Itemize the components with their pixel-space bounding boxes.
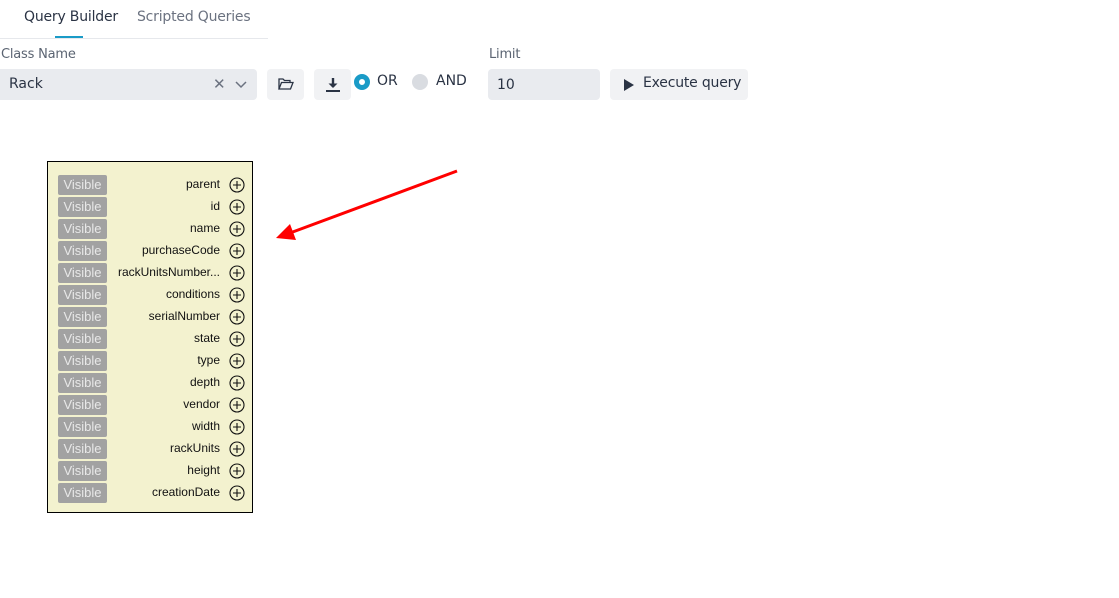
visible-button[interactable]: Visible [58, 373, 107, 393]
or-radio[interactable] [354, 74, 370, 90]
attribute-name: type [197, 353, 220, 367]
class-name-label: Class Name [1, 47, 76, 62]
execute-query-label: Execute query [643, 75, 742, 91]
add-attribute-icon[interactable] [229, 309, 245, 325]
attribute-row: Visible parent [48, 174, 252, 196]
tab-bar: Query Builder Scripted Queries [0, 0, 268, 39]
attribute-row: Visible name [48, 218, 252, 240]
attribute-name: purchaseCode [141, 243, 220, 257]
class-name-select[interactable]: Rack ✕ [0, 69, 257, 100]
add-attribute-icon[interactable] [229, 287, 245, 303]
attribute-row: Visible height [48, 460, 252, 482]
limit-label: Limit [489, 47, 521, 62]
add-attribute-icon[interactable] [229, 265, 245, 281]
add-attribute-icon[interactable] [229, 243, 245, 259]
limit-input[interactable] [488, 69, 600, 100]
attribute-name: rackUnitsNumber... [117, 265, 220, 279]
add-attribute-icon[interactable] [229, 199, 245, 215]
visible-button[interactable]: Visible [58, 285, 107, 305]
or-radio-label[interactable]: OR [377, 73, 398, 89]
attribute-name: name [189, 221, 220, 235]
visible-button[interactable]: Visible [58, 351, 107, 371]
add-attribute-icon[interactable] [229, 463, 245, 479]
arrow-shaft [289, 169, 458, 235]
attribute-row: Visible rackUnitsNumber... [48, 262, 252, 284]
attribute-row: Visible serialNumber [48, 306, 252, 328]
add-attribute-icon[interactable] [229, 375, 245, 391]
attribute-row: Visible width [48, 416, 252, 438]
clear-icon[interactable]: ✕ [213, 75, 226, 93]
class-name-value: Rack [9, 76, 43, 92]
add-attribute-icon[interactable] [229, 419, 245, 435]
attribute-name: creationDate [151, 485, 220, 499]
attribute-name: serialNumber [148, 309, 220, 323]
visible-button[interactable]: Visible [58, 219, 107, 239]
chevron-down-icon[interactable] [234, 77, 248, 91]
attribute-name: width [191, 419, 220, 433]
attribute-row: Visible id [48, 196, 252, 218]
add-attribute-icon[interactable] [229, 331, 245, 347]
attribute-name: vendor [183, 397, 220, 411]
class-node[interactable]: Visible parent Visible id Visible name Visible… [47, 161, 253, 513]
tab-query-builder[interactable]: Query Builder [24, 9, 118, 25]
attribute-row: Visible depth [48, 372, 252, 394]
attribute-row: Visible conditions [48, 284, 252, 306]
visible-button[interactable]: Visible [58, 439, 107, 459]
active-tab-indicator [55, 36, 83, 38]
add-attribute-icon[interactable] [229, 353, 245, 369]
visible-button[interactable]: Visible [58, 307, 107, 327]
attribute-name: depth [189, 375, 220, 389]
attribute-name: state [193, 331, 220, 345]
open-query-button[interactable] [267, 69, 304, 100]
and-radio-label[interactable]: AND [436, 73, 467, 89]
execute-query-button[interactable]: Execute query [610, 69, 748, 100]
and-radio[interactable] [412, 74, 428, 90]
tab-scripted-queries[interactable]: Scripted Queries [137, 9, 251, 25]
add-attribute-icon[interactable] [229, 485, 245, 501]
play-icon [624, 79, 634, 91]
attribute-row: Visible vendor [48, 394, 252, 416]
visible-button[interactable]: Visible [58, 395, 107, 415]
attribute-row: Visible purchaseCode [48, 240, 252, 262]
attribute-name: rackUnits [169, 441, 220, 455]
attribute-row: Visible rackUnits [48, 438, 252, 460]
attribute-name: height [187, 463, 220, 477]
visible-button[interactable]: Visible [58, 461, 107, 481]
attribute-name: conditions [165, 287, 220, 301]
arrow-head [276, 224, 296, 240]
add-attribute-icon[interactable] [229, 397, 245, 413]
add-attribute-icon[interactable] [229, 221, 245, 237]
folder-open-icon [278, 78, 294, 90]
visible-button[interactable]: Visible [58, 417, 107, 437]
attribute-row: Visible type [48, 350, 252, 372]
visible-button[interactable]: Visible [58, 197, 107, 217]
visible-button[interactable]: Visible [58, 263, 107, 283]
visible-button[interactable]: Visible [58, 329, 107, 349]
attribute-row: Visible creationDate [48, 482, 252, 504]
attribute-name: parent [185, 177, 220, 191]
visible-button[interactable]: Visible [58, 175, 107, 195]
visible-button[interactable]: Visible [58, 483, 107, 503]
add-attribute-icon[interactable] [229, 177, 245, 193]
visible-button[interactable]: Visible [58, 241, 107, 261]
attribute-row: Visible state [48, 328, 252, 350]
attribute-name: id [210, 199, 220, 213]
add-attribute-icon[interactable] [229, 441, 245, 457]
download-button[interactable] [314, 69, 351, 100]
download-icon [326, 78, 340, 92]
